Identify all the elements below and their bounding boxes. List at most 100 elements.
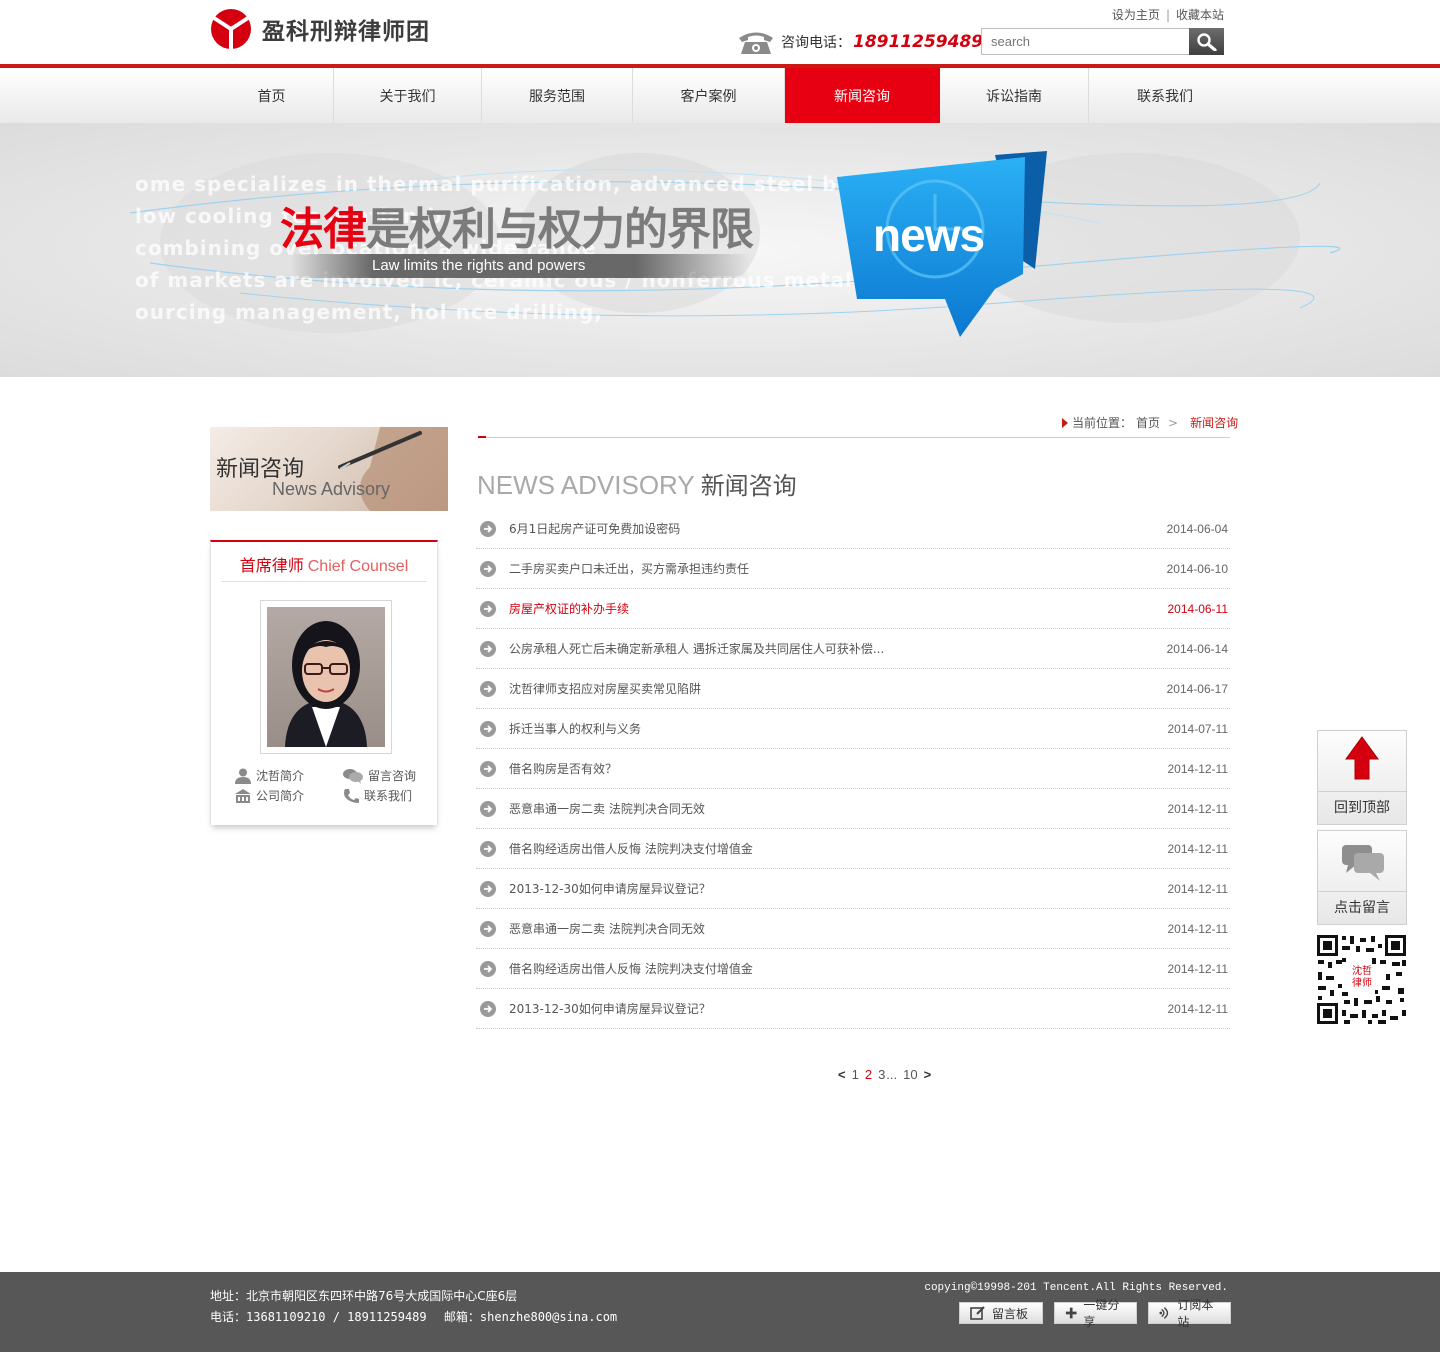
- bookmark-link[interactable]: 收藏本站: [1176, 6, 1224, 23]
- news-date: 2014-12-11: [1167, 841, 1229, 856]
- news-item[interactable]: 拆迁当事人的权利与义务 2014-07-11: [476, 709, 1230, 749]
- news-title[interactable]: 公房承租人死亡后未确定新承租人 遇拆迁家属及共同居住人可获补偿...: [509, 640, 1167, 657]
- counsel-link-company[interactable]: 公司简介: [234, 787, 342, 804]
- counsel-link-message[interactable]: 留言咨询: [342, 767, 424, 784]
- arrow-circle-icon: [480, 840, 496, 857]
- counsel-portrait: [285, 621, 367, 747]
- counsel-link-profile[interactable]: 沈哲简介: [234, 767, 342, 784]
- arrow-circle-icon: [480, 800, 496, 817]
- edit-icon: [970, 1306, 985, 1320]
- news-item[interactable]: 二手房买卖户口未迁出，买方需承担违约责任 2014-06-10: [476, 549, 1230, 589]
- nav-item-contact[interactable]: 联系我们: [1089, 68, 1241, 123]
- nav-item-about[interactable]: 关于我们: [334, 68, 482, 123]
- footer-copyright: copying©19998-201 Tencent.All Rights Res…: [924, 1282, 1228, 1294]
- search-button[interactable]: [1189, 28, 1224, 55]
- subscribe-button[interactable]: 订阅本站: [1148, 1298, 1231, 1329]
- page-title: NEWS ADVISORY 新闻咨询: [477, 466, 797, 501]
- pager-page-3[interactable]: 3: [878, 1067, 885, 1082]
- nav-item-news[interactable]: 新闻咨询: [785, 68, 940, 123]
- hotline-label: 咨询电话：: [781, 35, 851, 51]
- news-item[interactable]: 借名购经适房出借人反悔 法院判决支付增值金 2014-12-11: [476, 829, 1230, 869]
- news-date: 2014-07-11: [1167, 721, 1229, 736]
- plus-icon: [1065, 1307, 1077, 1319]
- news-title[interactable]: 6月1日起房产证可免费加设密码: [509, 520, 1167, 537]
- pagination: < 1 2 3 ... 10 >: [838, 1067, 931, 1082]
- share-button[interactable]: 一键分享: [1054, 1298, 1137, 1329]
- news-title[interactable]: 房屋产权证的补办手续: [509, 600, 1168, 617]
- news-title[interactable]: 恶意串通一房二卖 法院判决合同无效: [509, 800, 1168, 817]
- pager-page-current[interactable]: 2: [865, 1067, 872, 1082]
- sidebar-title-banner: 新闻咨询 News Advisory: [210, 427, 448, 511]
- news-item[interactable]: 公房承租人死亡后未确定新承租人 遇拆迁家属及共同居住人可获补偿... 2014-0…: [476, 629, 1230, 669]
- nav-item-services[interactable]: 服务范围: [482, 68, 633, 123]
- qr-caption: 沈哲律师: [1352, 966, 1372, 989]
- news-item[interactable]: 恶意串通一房二卖 法院判决合同无效 2014-12-11: [476, 789, 1230, 829]
- arrow-circle-icon: [480, 600, 496, 617]
- nav-item-home[interactable]: 首页: [210, 68, 334, 123]
- news-title[interactable]: 借名购经适房出借人反悔 法院判决支付增值金: [509, 840, 1168, 857]
- pager-page-last[interactable]: 10: [903, 1067, 917, 1082]
- arrow-circle-icon: [480, 720, 496, 737]
- banner: ome specializes in thermal purification,…: [0, 123, 1440, 377]
- arrow-circle-icon: [480, 560, 496, 577]
- pager-prev-button[interactable]: <: [838, 1067, 846, 1082]
- news-date: 2014-12-11: [1167, 881, 1229, 896]
- news-title[interactable]: 借名购经适房出借人反悔 法院判决支付增值金: [509, 960, 1168, 977]
- hotline: 咨询电话： 18911259489: [737, 28, 983, 56]
- chief-counsel-title-cn: 首席律师: [239, 556, 304, 575]
- breadcrumb-arrow-icon: [1062, 417, 1068, 428]
- pager-page-1[interactable]: 1: [852, 1067, 859, 1082]
- search-input[interactable]: [981, 28, 1189, 55]
- news-date: 2014-06-04: [1166, 521, 1228, 536]
- leave-message-button[interactable]: 点击留言: [1317, 830, 1407, 925]
- banner-slogan: 法律是权利与权力的界限: [280, 193, 754, 257]
- news-item[interactable]: 借名购房是否有效？ 2014-12-11: [476, 749, 1230, 789]
- divider: [478, 437, 1230, 438]
- counsel-photo[interactable]: [267, 607, 385, 747]
- news-title[interactable]: 借名购房是否有效？: [509, 760, 1168, 777]
- logo-mark-icon: [211, 9, 251, 49]
- news-title[interactable]: 拆迁当事人的权利与义务: [509, 720, 1168, 737]
- news-item[interactable]: 房屋产权证的补办手续 2014-06-11: [476, 589, 1230, 629]
- logo[interactable]: 盈科刑辩律师团: [210, 8, 450, 50]
- nav-item-cases[interactable]: 客户案例: [633, 68, 785, 123]
- news-list: 6月1日起房产证可免费加设密码 2014-06-04 二手房买卖户口未迁出，买方需承…: [476, 509, 1230, 1029]
- telephone-icon: [739, 32, 773, 54]
- banner-subtitle: Law limits the rights and powers: [290, 254, 750, 278]
- qr-code: 沈哲律师: [1316, 934, 1407, 1025]
- page-title-cn: 新闻咨询: [700, 472, 797, 500]
- divider-accent: [478, 436, 486, 438]
- news-date: 2014-12-11: [1167, 961, 1229, 976]
- news-title[interactable]: 恶意串通一房二卖 法院判决合同无效: [509, 920, 1168, 937]
- news-title[interactable]: 2013-12-30如何申请房屋异议登记？: [509, 880, 1168, 897]
- arrow-circle-icon: [480, 640, 496, 657]
- counsel-link-contact[interactable]: 联系我们: [342, 787, 424, 804]
- news-date: 2014-06-14: [1166, 641, 1228, 656]
- phone-icon: [344, 788, 359, 803]
- news-item[interactable]: 6月1日起房产证可免费加设密码 2014-06-04: [476, 509, 1230, 549]
- news-date: 2014-12-11: [1167, 1001, 1229, 1016]
- set-homepage-link[interactable]: 设为主页: [1112, 6, 1160, 23]
- footer-email-label: 邮箱：: [443, 1310, 480, 1324]
- message-board-button[interactable]: 留言板: [959, 1302, 1043, 1324]
- back-to-top-button[interactable]: 回到顶部: [1317, 730, 1407, 825]
- news-item[interactable]: 借名购经适房出借人反悔 法院判决支付增值金 2014-12-11: [476, 949, 1230, 989]
- slogan-highlight: 法律: [280, 204, 367, 255]
- arrow-circle-icon: [480, 760, 496, 777]
- news-item[interactable]: 2013-12-30如何申请房屋异议登记？ 2014-12-11: [476, 989, 1230, 1029]
- news-title[interactable]: 2013-12-30如何申请房屋异议登记？: [509, 1000, 1168, 1017]
- news-item[interactable]: 恶意串通一房二卖 法院判决合同无效 2014-12-11: [476, 909, 1230, 949]
- news-item[interactable]: 沈哲律师支招应对房屋买卖常见陷阱 2014-06-17: [476, 669, 1230, 709]
- news-title[interactable]: 二手房买卖户口未迁出，买方需承担违约责任: [509, 560, 1167, 577]
- footer-email: shenzhe800@sina.com: [479, 1310, 618, 1324]
- nav-item-guide[interactable]: 诉讼指南: [940, 68, 1089, 123]
- pager-next-button[interactable]: >: [924, 1067, 932, 1082]
- news-title[interactable]: 沈哲律师支招应对房屋买卖常见陷阱: [509, 680, 1167, 697]
- arrow-circle-icon: [480, 1000, 496, 1017]
- breadcrumb-home[interactable]: 首页: [1136, 414, 1160, 431]
- news-item[interactable]: 2013-12-30如何申请房屋异议登记？ 2014-12-11: [476, 869, 1230, 909]
- footer-contact: 电话：13681109210 / 18911259489 邮箱：shenzhe8…: [210, 1308, 617, 1325]
- speech-bubble-icon: [1342, 845, 1384, 881]
- pager-ellipsis: ...: [886, 1067, 898, 1082]
- news-date: 2014-06-17: [1166, 681, 1228, 696]
